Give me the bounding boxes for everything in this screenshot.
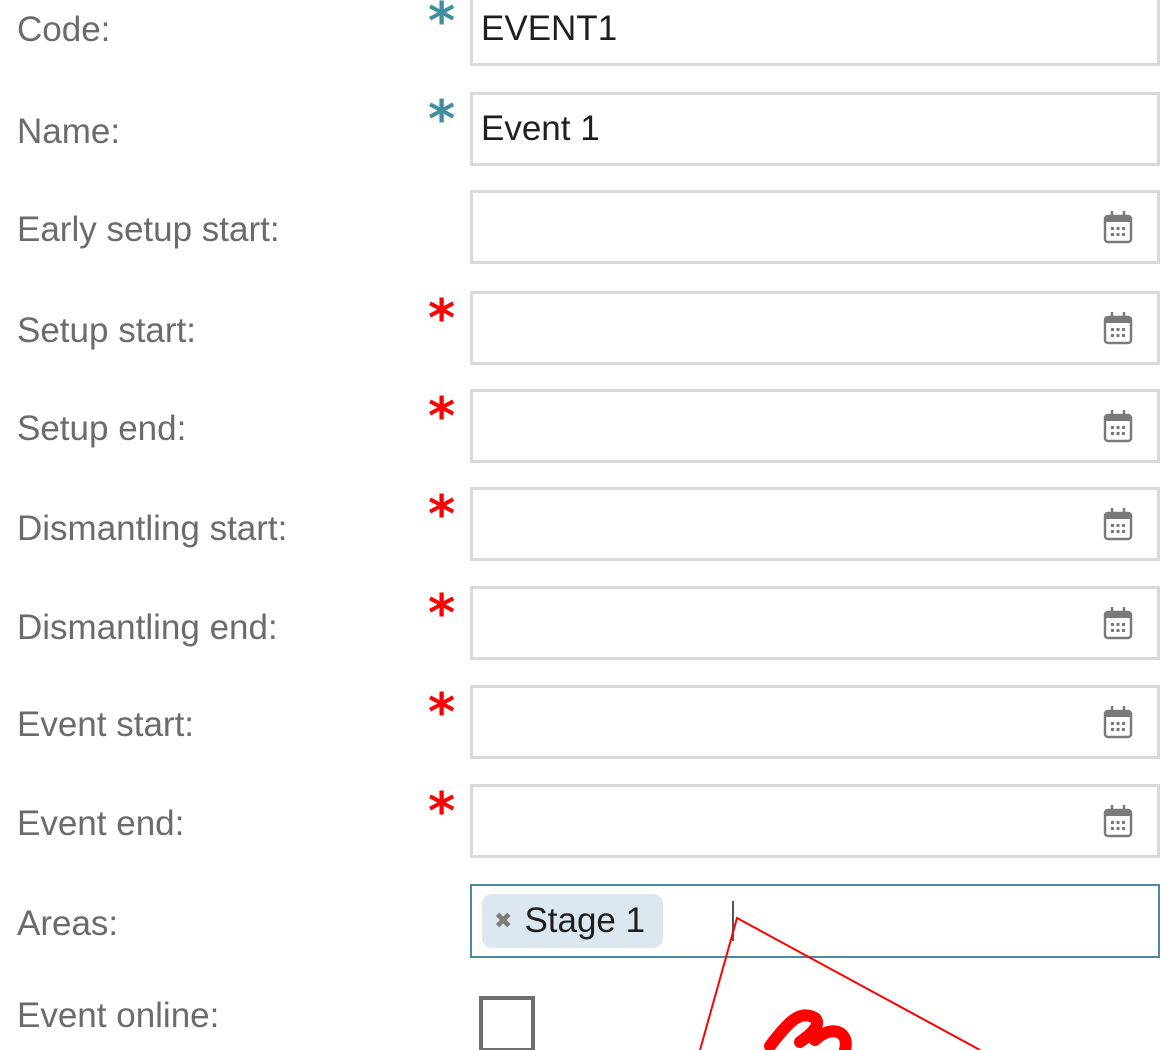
- event-start-input[interactable]: [470, 685, 1160, 759]
- code-input[interactable]: EVENT1: [470, 0, 1160, 66]
- areas-row: Areas: ✖ Stage 1: [0, 884, 1175, 964]
- required-marker: *: [428, 584, 456, 644]
- setup-start-label: Setup start:: [17, 311, 196, 350]
- dismantling-start-input[interactable]: [470, 487, 1160, 561]
- text-cursor: [732, 901, 734, 941]
- calendar-icon[interactable]: [1103, 311, 1133, 345]
- required-marker: *: [428, 90, 456, 150]
- calendar-icon[interactable]: [1103, 705, 1133, 739]
- calendar-icon[interactable]: [1103, 804, 1133, 838]
- required-marker: *: [428, 289, 456, 349]
- event-end-row: Event end: *: [0, 782, 1175, 868]
- event-online-row: Event online:: [0, 984, 1175, 1050]
- dismantling-end-row: Dismantling end: *: [0, 584, 1175, 670]
- close-icon[interactable]: ✖: [494, 908, 512, 934]
- name-label: Name:: [17, 112, 121, 151]
- early-setup-start-row: Early setup start:: [0, 190, 1175, 276]
- dismantling-end-input[interactable]: [470, 586, 1160, 660]
- calendar-icon[interactable]: [1103, 210, 1133, 244]
- area-tag-label: Stage 1: [524, 901, 646, 940]
- event-end-label: Event end:: [17, 804, 185, 843]
- setup-end-label: Setup end:: [17, 409, 187, 448]
- setup-start-row: Setup start: *: [0, 289, 1175, 375]
- dismantling-start-row: Dismantling start: *: [0, 485, 1175, 571]
- event-form: Code: * EVENT1 Name: * Event 1 Early set…: [0, 0, 1175, 1050]
- name-row: Name: * Event 1: [0, 92, 1175, 178]
- areas-label: Areas:: [17, 904, 119, 943]
- event-online-label: Event online:: [17, 996, 220, 1035]
- required-marker: *: [428, 683, 456, 743]
- event-end-input[interactable]: [470, 784, 1160, 858]
- name-value: Event 1: [481, 109, 600, 148]
- dismantling-start-label: Dismantling start:: [17, 509, 288, 548]
- required-marker: *: [428, 782, 456, 842]
- event-online-checkbox[interactable]: [479, 996, 535, 1050]
- calendar-icon[interactable]: [1103, 606, 1133, 640]
- setup-start-input[interactable]: [470, 291, 1160, 365]
- code-label: Code:: [17, 10, 111, 49]
- dismantling-end-label: Dismantling end:: [17, 608, 278, 647]
- setup-end-row: Setup end: *: [0, 387, 1175, 473]
- event-start-label: Event start:: [17, 705, 195, 744]
- code-value: EVENT1: [481, 9, 618, 48]
- required-marker: *: [428, 485, 456, 545]
- code-row: Code: * EVENT1: [0, 0, 1175, 80]
- calendar-icon[interactable]: [1103, 507, 1133, 541]
- required-marker: *: [428, 0, 456, 52]
- early-setup-start-input[interactable]: [470, 190, 1160, 264]
- required-marker: *: [428, 387, 456, 447]
- early-setup-start-label: Early setup start:: [17, 210, 280, 249]
- event-start-row: Event start: *: [0, 683, 1175, 769]
- area-tag: ✖ Stage 1: [482, 894, 664, 948]
- name-input[interactable]: Event 1: [470, 92, 1160, 166]
- setup-end-input[interactable]: [470, 389, 1160, 463]
- calendar-icon[interactable]: [1103, 409, 1133, 443]
- areas-input[interactable]: ✖ Stage 1: [470, 884, 1160, 958]
